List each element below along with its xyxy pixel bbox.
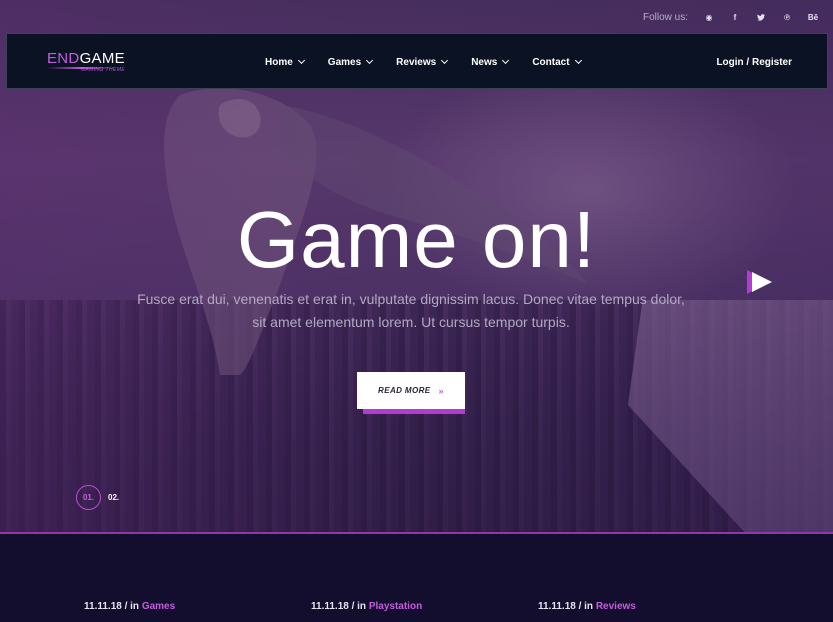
chevron-down-icon — [366, 56, 374, 65]
slide-1-indicator[interactable]: 01. — [76, 485, 101, 510]
main-navbar: ENDGAME GAMING THEME Home Games Reviews … — [6, 33, 828, 89]
read-more-button-wrap: READ MORE» — [357, 372, 469, 414]
follow-us-label: Follow us: — [643, 11, 689, 23]
logo-underline — [47, 67, 117, 69]
endgame-logo[interactable]: ENDGAME GAMING THEME — [47, 51, 127, 77]
nav-item-home[interactable]: Home — [265, 56, 305, 68]
post-category-link[interactable]: Playstation — [369, 601, 422, 612]
slide-2-indicator[interactable]: 02. — [108, 493, 119, 502]
nav-item-games[interactable]: Games — [328, 56, 374, 68]
post-meta: 11.11.18 / in Games — [84, 601, 176, 612]
behance-icon[interactable]: Bē — [800, 11, 826, 23]
post-meta: 11.11.18 / in Reviews — [538, 601, 636, 612]
login-register-link[interactable]: Login / Register — [716, 34, 792, 90]
hero-title: Game on! — [236, 195, 597, 284]
nav-item-contact[interactable]: Contact — [532, 56, 582, 68]
follow-us-bar: Follow us: ◉ f ℗ Bē — [643, 11, 826, 23]
chevron-down-icon — [441, 56, 449, 65]
post-category-link[interactable]: Reviews — [596, 601, 636, 612]
facebook-icon[interactable]: f — [722, 11, 748, 23]
post-meta: 11.11.18 / in Playstation — [311, 601, 423, 612]
chevron-down-icon — [502, 56, 510, 65]
chevron-down-icon — [297, 56, 305, 65]
chevron-down-icon — [574, 56, 582, 65]
pinterest-icon[interactable]: ℗ — [774, 11, 800, 23]
logo-text: ENDGAME — [47, 50, 125, 67]
dribbble-icon[interactable]: ◉ — [696, 11, 722, 23]
nav-item-news[interactable]: News — [471, 56, 510, 68]
nav-menu: Home Games Reviews News Contact — [265, 34, 605, 90]
slider-next-arrow-icon[interactable] — [745, 270, 773, 294]
nav-item-reviews[interactable]: Reviews — [396, 56, 449, 68]
twitter-icon[interactable] — [748, 11, 774, 23]
read-more-button[interactable]: READ MORE» — [357, 372, 465, 409]
double-chevron-right-icon: » — [438, 385, 444, 396]
slider-pagination: 01. 02. — [76, 485, 119, 510]
post-category-link[interactable]: Games — [142, 601, 175, 612]
hero-description: Fusce erat dui, venenatis et erat in, vu… — [137, 291, 685, 330]
